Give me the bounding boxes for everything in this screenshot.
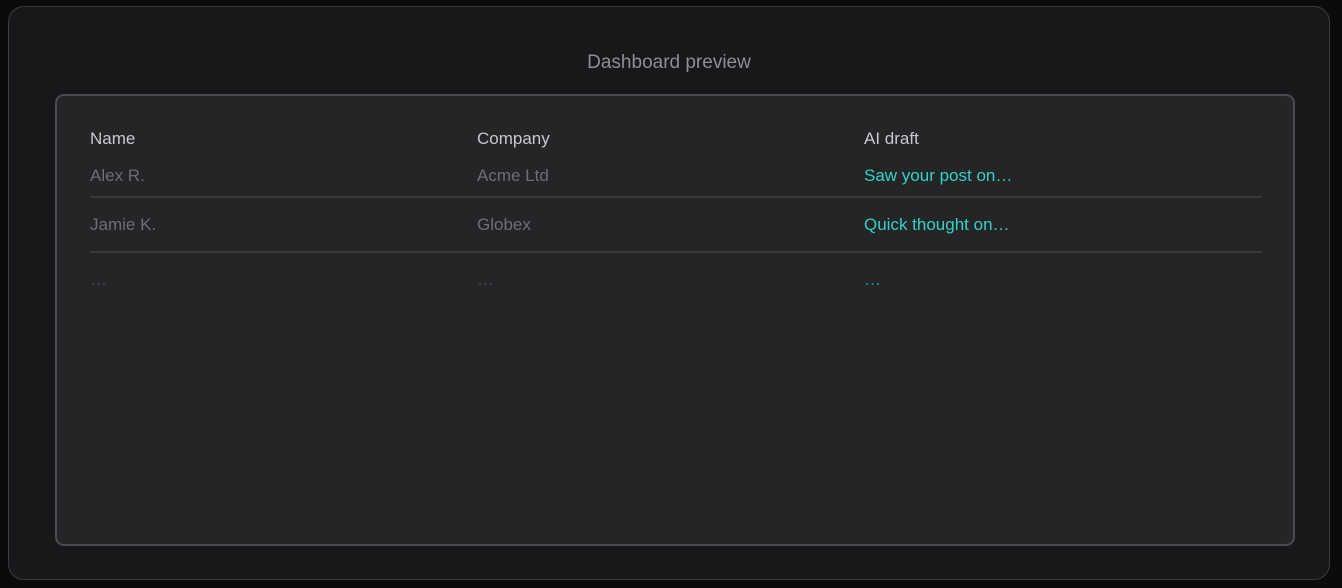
cell-ai-draft: … [864, 270, 881, 289]
cell-name: Jamie K. [90, 214, 157, 234]
cell-ai-draft: Saw your post on… [864, 166, 1013, 185]
cell-company: Acme Ltd [477, 166, 549, 185]
cell-company: … [477, 270, 494, 289]
table-row[interactable]: Jamie K. Globex Quick thought on… [90, 198, 1262, 253]
leads-table: Name Company AI draft Alex R. Acme Ltd S… [90, 128, 1262, 307]
cell-name: … [90, 270, 107, 289]
cell-company: Globex [477, 214, 531, 234]
column-header-company: Company [477, 129, 550, 148]
table-row-placeholder: … … … [90, 253, 1262, 307]
column-header-ai-draft: AI draft [864, 129, 919, 148]
cell-name: Alex R. [90, 166, 145, 185]
dashboard-preview-card: Dashboard preview Name Company AI draft … [8, 6, 1330, 580]
cell-ai-draft: Quick thought on… [864, 214, 1010, 234]
table-row[interactable]: Alex R. Acme Ltd Saw your post on… [90, 156, 1262, 198]
column-header-name: Name [90, 129, 136, 148]
preview-title: Dashboard preview [587, 52, 751, 73]
table-header: Name Company AI draft [90, 128, 1262, 156]
table-panel: Name Company AI draft Alex R. Acme Ltd S… [55, 94, 1295, 546]
